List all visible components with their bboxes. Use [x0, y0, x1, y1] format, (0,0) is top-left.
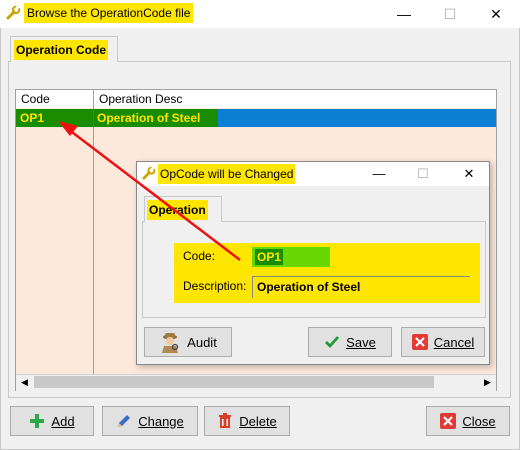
tab-label[interactable]: Operation Code [14, 40, 109, 60]
wrench-icon [141, 166, 156, 181]
wrench-icon [5, 5, 21, 21]
delete-button[interactable]: Delete [204, 406, 290, 436]
audit-button[interactable]: Audit [144, 327, 232, 357]
close-label: Close [462, 413, 496, 429]
description-field[interactable]: Operation of Steel [252, 276, 470, 298]
code-field-value[interactable]: OP1 [255, 249, 284, 265]
dialog-close-button[interactable]: ✕ [446, 162, 492, 186]
cell-code[interactable]: OP1 [16, 109, 93, 127]
close-icon [440, 413, 457, 429]
pencil-icon [116, 413, 132, 429]
column-divider [93, 90, 94, 374]
save-label: Save [346, 334, 376, 350]
cancel-label: Cancel [433, 334, 475, 350]
plus-icon [29, 413, 45, 429]
close-window-button[interactable]: ✕ [473, 0, 519, 28]
checkmark-icon [324, 334, 340, 350]
close-button[interactable]: Close [426, 406, 510, 436]
change-label: Change [138, 413, 184, 429]
change-button[interactable]: Change [102, 406, 198, 436]
dialog-title: OpCode will be Changed [158, 164, 296, 184]
detective-icon [159, 331, 181, 353]
scroll-left-icon[interactable]: ◀ [16, 375, 33, 390]
minimize-button[interactable]: — [381, 0, 427, 28]
code-label: Code: [183, 249, 216, 263]
column-header-desc[interactable]: Operation Desc [94, 90, 394, 108]
add-label: Add [51, 413, 75, 429]
dialog-tab-label[interactable]: Operation [147, 200, 208, 220]
delete-label: Delete [239, 413, 277, 429]
save-button[interactable]: Save [308, 327, 392, 357]
scroll-right-icon[interactable]: ▶ [479, 375, 496, 390]
cell-desc[interactable]: Operation of Steel [94, 109, 218, 127]
dialog-minimize-button[interactable]: — [356, 162, 402, 186]
audit-label: Audit [187, 334, 217, 350]
scroll-thumb[interactable] [34, 376, 434, 388]
cancel-button[interactable]: Cancel [401, 327, 485, 357]
dialog-maximize-button[interactable]: ☐ [400, 162, 446, 186]
column-header-code[interactable]: Code [16, 90, 93, 108]
trash-icon [217, 413, 233, 429]
close-icon [411, 334, 428, 350]
description-label: Description: [183, 279, 247, 293]
maximize-button[interactable]: ☐ [427, 0, 473, 28]
window-title: Browse the OperationCode file [24, 3, 194, 23]
add-button[interactable]: Add [10, 406, 94, 436]
